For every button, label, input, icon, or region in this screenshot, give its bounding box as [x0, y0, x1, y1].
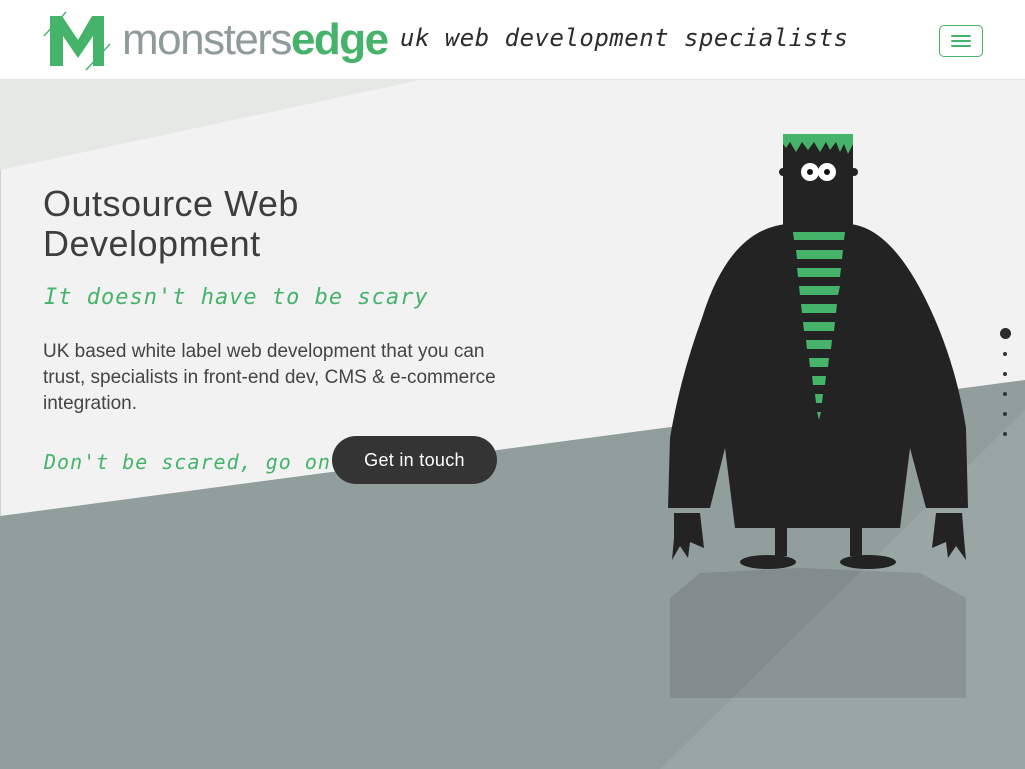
hero-headline: Outsource Web Development — [43, 183, 299, 264]
site-header: monstersedge uk web development speciali… — [0, 0, 1025, 80]
hero-description: UK based white label web development tha… — [43, 341, 496, 414]
pager-dot-5[interactable] — [1003, 412, 1007, 416]
menu-toggle-button[interactable] — [939, 25, 983, 57]
pager-dot-1[interactable] — [1000, 328, 1011, 339]
monster-illustration — [668, 134, 968, 698]
monster-m-logo-icon[interactable] — [42, 8, 114, 72]
brand-part-edge: edge — [290, 15, 389, 64]
brand-wordmark[interactable]: monstersedge — [122, 12, 389, 68]
pager-dot-3[interactable] — [1003, 372, 1007, 376]
site-tagline: uk web development specialists — [400, 24, 849, 52]
hamburger-icon-bar — [951, 35, 971, 37]
hamburger-icon-bar — [951, 40, 971, 42]
pager-dot-2[interactable] — [1003, 352, 1007, 356]
cta-prompt: Don't be scared, go on... — [44, 450, 371, 474]
pager-dot-6[interactable] — [1003, 432, 1007, 436]
hero-subheadline: It doesn't have to be scary — [44, 285, 429, 310]
hamburger-icon-bar — [951, 45, 971, 47]
monster-reflection — [670, 568, 966, 698]
brand-part-monsters: monsters — [122, 15, 292, 64]
pager-dot-4[interactable] — [1003, 392, 1007, 396]
get-in-touch-button[interactable]: Get in touch — [332, 436, 497, 484]
